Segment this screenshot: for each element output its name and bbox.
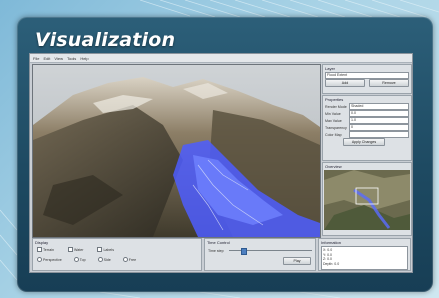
menu-item-edit[interactable]: Edit	[43, 56, 50, 61]
right-panel: Layer Flood Extent Add Remove Properties…	[322, 64, 412, 236]
property-value[interactable]: 0.0	[349, 110, 409, 117]
property-row: Color Map	[323, 131, 411, 138]
layer-group: Layer Flood Extent Add Remove	[322, 64, 412, 94]
information-group: Information X: 0.0 Y: 0.0 Z: 0.0 Depth: …	[318, 238, 411, 271]
radio-icon	[122, 257, 128, 262]
time-group-title: Time Control	[207, 240, 230, 245]
remove-layer-button[interactable]: Remove	[369, 78, 409, 87]
terrain-render	[33, 65, 320, 237]
checkbox-label: Terrain	[43, 247, 54, 252]
terrain-checkbox[interactable]: Terrain	[37, 247, 54, 252]
terrain-3d-viewport[interactable]	[32, 64, 321, 238]
radio-icon	[73, 257, 79, 262]
overview-group: Overview	[322, 162, 412, 236]
radio-label: Free	[128, 257, 137, 262]
property-label: Max Value	[325, 118, 342, 123]
property-row: Transparency 0	[323, 124, 411, 131]
free-radio[interactable]: Free	[122, 257, 137, 262]
overview-title: Overview	[325, 164, 342, 169]
layer-buttons: Add Remove	[323, 78, 411, 87]
radio-label: Top	[79, 257, 86, 262]
water-checkbox[interactable]: Water	[67, 247, 84, 252]
property-value[interactable]: 1.0	[349, 117, 409, 124]
top-radio[interactable]: Top	[73, 257, 86, 262]
time-control-group: Time Control Time step Play	[204, 238, 316, 271]
time-row: Time step	[205, 246, 315, 255]
perspective-radio[interactable]: Perspective	[37, 257, 62, 262]
layer-group-title: Layer	[325, 66, 336, 71]
checkbox-label: Labels	[103, 247, 115, 252]
info-box: X: 0.0 Y: 0.0 Z: 0.0 Depth: 0.0	[321, 246, 408, 270]
time-button-row: Play	[205, 255, 315, 267]
menu-item-tools[interactable]: Tools	[67, 56, 76, 61]
info-group-title: Information	[321, 240, 342, 245]
property-label: Color Map	[325, 132, 342, 137]
radio-icon	[37, 257, 42, 262]
side-radio[interactable]: Side	[97, 257, 111, 262]
menu-item-help[interactable]: Help	[80, 56, 88, 61]
time-step-label: Time step	[208, 248, 224, 253]
property-value[interactable]: 0	[349, 124, 409, 131]
layer-select-row: Flood Extent	[323, 72, 411, 79]
radio-icon	[97, 257, 103, 262]
play-button[interactable]: Play	[283, 257, 311, 265]
properties-group: Properties Render Mode Shaded Min Value …	[322, 95, 412, 161]
application-window: File Edit View Tools Help Layer Flood Ex…	[29, 53, 413, 273]
checkbox-label: Water	[73, 247, 84, 252]
checkbox-icon	[37, 247, 42, 252]
labels-checkbox[interactable]: Labels	[97, 247, 114, 252]
time-slider[interactable]	[229, 248, 312, 255]
layer-select[interactable]: Flood Extent	[325, 72, 409, 79]
property-label: Render Mode	[325, 104, 347, 109]
overview-map[interactable]	[324, 170, 410, 230]
radio-label: Perspective	[43, 257, 62, 262]
info-line: Depth: 0.0	[323, 261, 340, 266]
property-row: Max Value 1.0	[323, 117, 411, 124]
menu-item-file[interactable]: File	[33, 56, 39, 61]
radio-label: Side	[103, 257, 111, 262]
bottom-panel: Display Terrain Water Labels Perspective…	[32, 238, 411, 271]
display-group-title: Display	[35, 240, 49, 245]
slider-handle[interactable]	[241, 248, 247, 255]
apply-button[interactable]: Apply Changes	[343, 137, 385, 146]
menu-item-view[interactable]: View	[54, 56, 63, 61]
checkbox-icon	[67, 247, 73, 252]
view-radios: Perspective Top Side Free	[33, 253, 201, 266]
property-label: Transparency	[325, 125, 347, 130]
page-title: Visualization	[35, 29, 176, 51]
display-group: Display Terrain Water Labels Perspective…	[32, 238, 202, 271]
apply-row: Apply Changes	[323, 137, 411, 146]
property-row: Render Mode Shaded	[323, 103, 411, 110]
property-label: Min Value	[325, 111, 341, 116]
add-layer-button[interactable]: Add	[325, 78, 365, 87]
checkbox-icon	[97, 247, 103, 252]
properties-group-title: Properties	[325, 97, 344, 102]
property-value[interactable]	[349, 131, 409, 138]
property-row: Min Value 0.0	[323, 110, 411, 117]
property-value[interactable]: Shaded	[349, 103, 409, 110]
menu-bar: File Edit View Tools Help	[30, 54, 412, 63]
display-checks: Terrain Water Labels	[33, 246, 201, 253]
